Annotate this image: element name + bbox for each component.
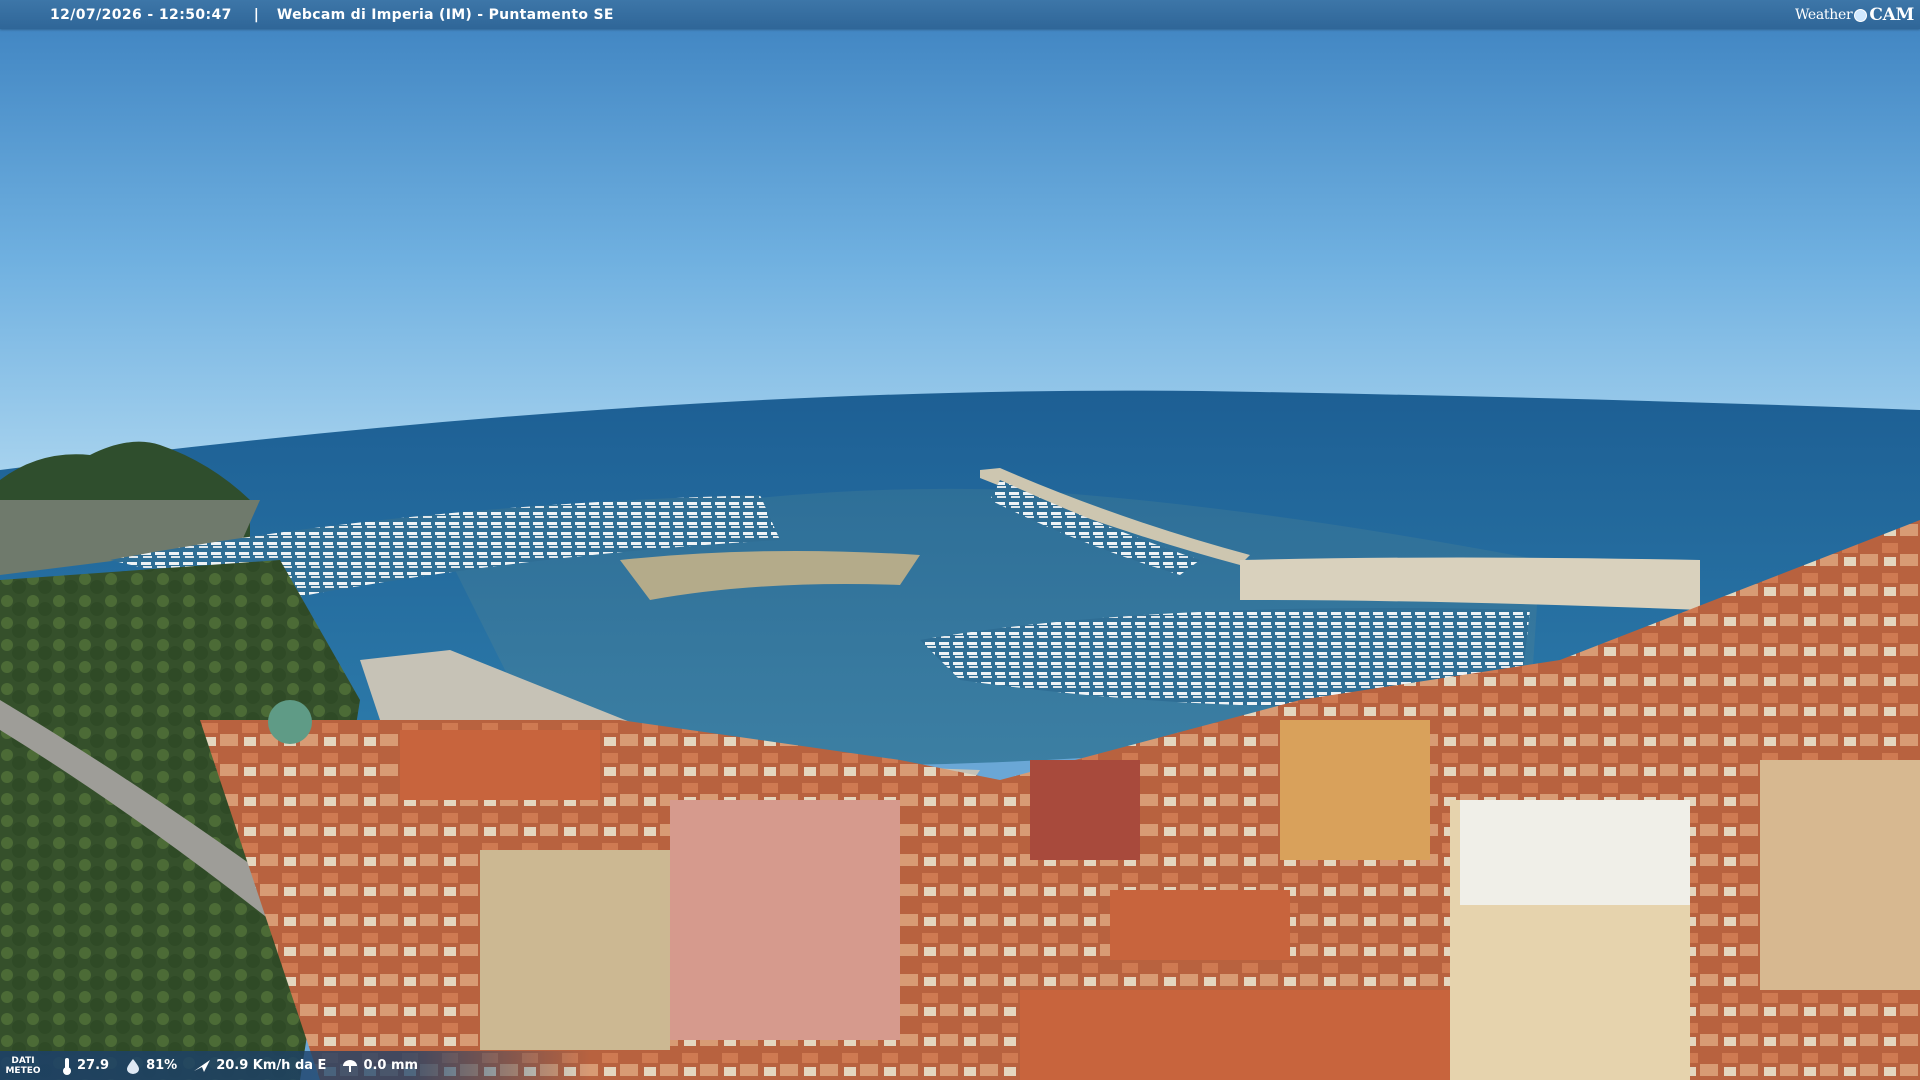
top-info-bar: 12/07/2026 - 12:50:47 | Webcam di Imperi… <box>0 0 1920 29</box>
rain-icon <box>343 1059 358 1072</box>
weather-data-bar: DATI METEO 27.9 81% 20.9 Km/h da E 0.0 m… <box>0 1051 590 1080</box>
logo-left-text: Weather <box>1794 7 1853 23</box>
temperature-reading: 27.9 <box>62 1057 109 1075</box>
humidity-reading: 81% <box>125 1058 177 1074</box>
logo-right-text: CAM <box>1869 5 1914 25</box>
humidity-icon <box>127 1058 140 1074</box>
weathercam-logo: Weather CAM <box>1795 3 1914 27</box>
logo-dot-icon <box>1854 8 1868 22</box>
rain-reading: 0.0 mm <box>342 1058 418 1074</box>
wind-icon <box>194 1059 211 1072</box>
timestamp: 12/07/2026 - 12:50:47 <box>50 6 232 23</box>
wind-reading: 20.9 Km/h da E <box>193 1058 326 1074</box>
weather-label: DATI METEO <box>5 1055 41 1076</box>
webcam-image <box>0 0 1920 1080</box>
thermometer-icon <box>63 1057 71 1075</box>
separator: | <box>253 6 259 23</box>
webcam-title: Webcam di Imperia (IM) - Puntamento SE <box>276 6 614 23</box>
